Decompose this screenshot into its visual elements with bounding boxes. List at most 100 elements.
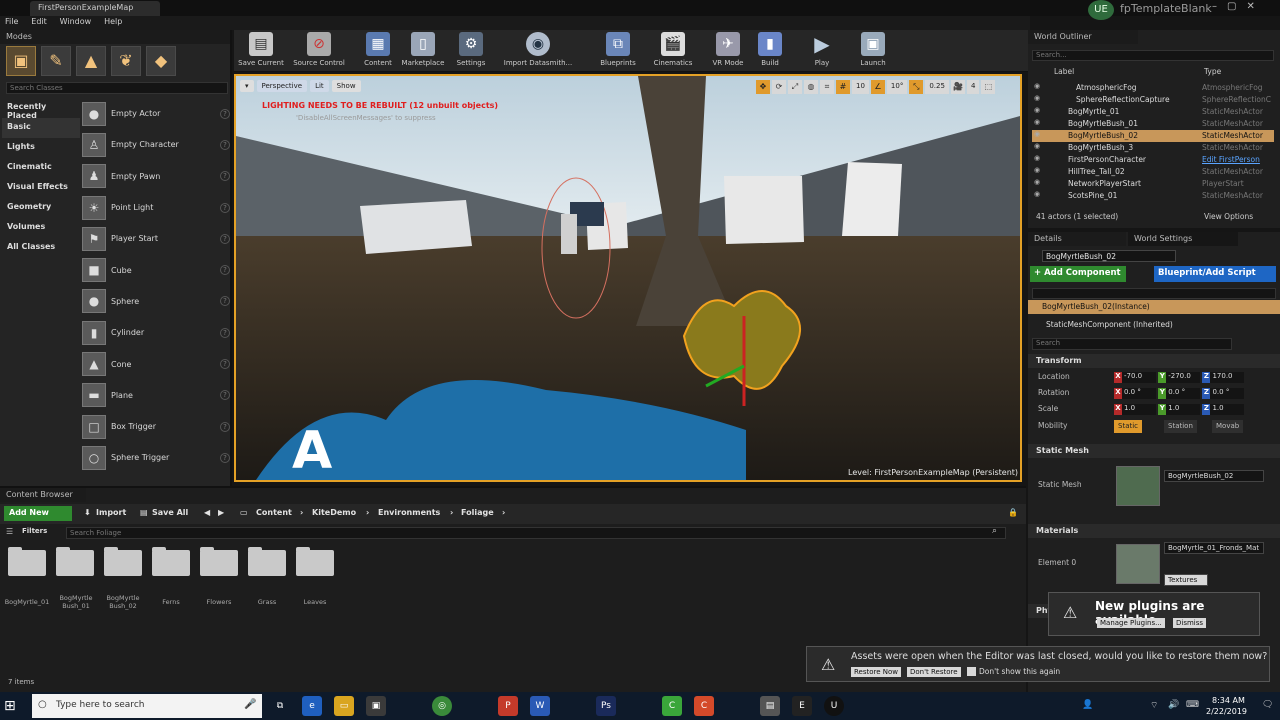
scale-z-field[interactable]: 1.0 [1210, 404, 1245, 415]
search-foliage-input[interactable]: Search Foliage [66, 527, 1006, 539]
details-search-input[interactable]: Search [1032, 338, 1232, 350]
place-item-box-trigger[interactable]: □ Box Trigger? [82, 411, 230, 442]
import-datasmith-button[interactable]: ◉ Import Datasmith... [500, 32, 576, 67]
forward-arrow-icon[interactable]: ▶ [218, 508, 224, 517]
help-icon[interactable]: ? [220, 327, 230, 338]
landscape-mode-icon[interactable]: ▲ [76, 46, 106, 76]
static-mesh-component-row[interactable]: StaticMeshComponent (Inherited) [1028, 318, 1191, 331]
textures-dropdown[interactable]: Textures [1164, 574, 1208, 586]
eye-icon[interactable]: ◉ [1034, 190, 1040, 198]
keyboard-icon[interactable]: ⌨ [1186, 700, 1199, 710]
scale-label[interactable]: Scale [1038, 404, 1058, 413]
task-view-icon[interactable]: ⧉ [270, 696, 290, 716]
outliner-row[interactable]: ◉ AtmosphericFog AtmosphericFog [1032, 82, 1274, 94]
rotation-label[interactable]: Rotation [1038, 388, 1069, 397]
file-explorer-icon[interactable]: ▭ [334, 696, 354, 716]
level-viewport[interactable]: A ▾ Perspective Lit Show LIGHTING NEEDS … [234, 74, 1022, 482]
perspective-button[interactable]: Perspective [256, 80, 308, 92]
save-all-button[interactable]: Save All [152, 508, 188, 517]
help-icon[interactable]: ? [220, 171, 230, 182]
world-settings-tab[interactable]: World Settings [1128, 232, 1238, 246]
details-tab[interactable]: Details [1028, 232, 1126, 246]
outliner-row[interactable]: ◉ ScotsPine_01 StaticMeshActor [1032, 190, 1274, 202]
category-visual-effects[interactable]: Visual Effects [2, 178, 80, 198]
network-icon[interactable]: ⌔ [1150, 700, 1158, 711]
rotation-snap-value[interactable]: 10° [886, 80, 908, 94]
actor-name-field[interactable]: BogMyrtleBush_02 [1042, 250, 1176, 262]
view-options-button[interactable]: View Options [1204, 212, 1253, 221]
transform-section-header[interactable]: Transform [1028, 354, 1280, 368]
breadcrumb-kitedemo[interactable]: KiteDemo [312, 508, 356, 517]
edge-icon[interactable]: e [302, 696, 322, 716]
back-arrow-icon[interactable]: ◀ [204, 508, 210, 517]
category-cinematic[interactable]: Cinematic [2, 158, 80, 178]
eye-icon[interactable]: ◉ [1034, 118, 1040, 126]
help-icon[interactable]: ? [220, 296, 230, 307]
help-icon[interactable]: ? [220, 390, 230, 401]
static-mesh-section-header[interactable]: Static Mesh [1028, 444, 1280, 458]
outliner-row[interactable]: ◉ BogMyrtleBush_01 StaticMeshActor [1032, 118, 1274, 130]
dont-restore-button[interactable]: Don't Restore [907, 667, 961, 677]
category-recently-placed[interactable]: Recently Placed [2, 98, 80, 120]
help-icon[interactable]: ? [220, 108, 230, 119]
sources-toggle-icon[interactable]: ☰ [6, 527, 13, 536]
outliner-row-selected[interactable]: ◉ BogMyrtleBush_02 StaticMeshActor [1032, 130, 1274, 142]
folder-leaves[interactable] [296, 547, 336, 576]
microphone-icon[interactable]: 🎤 [244, 699, 256, 710]
folder-bogmyrtlebush-02[interactable] [104, 547, 144, 576]
place-item-sphere[interactable]: ● Sphere? [82, 286, 230, 317]
cinematics-button[interactable]: 🎬 Cinematics [648, 32, 698, 67]
column-label-header[interactable]: Label [1054, 67, 1074, 76]
camera-speed-value[interactable]: 4 [966, 80, 980, 94]
photoshop-icon[interactable]: Ps [596, 696, 616, 716]
place-item-player-start[interactable]: ⚑ Player Start? [82, 223, 230, 254]
help-icon[interactable]: ? [220, 452, 230, 463]
folder-ferns[interactable] [152, 547, 192, 576]
menu-edit[interactable]: Edit [26, 16, 52, 27]
folder-bogmyrtle-01[interactable] [8, 547, 48, 576]
eye-icon[interactable]: ◉ [1034, 94, 1040, 102]
people-icon[interactable]: 👤 [1082, 700, 1093, 710]
surface-snap-icon[interactable]: ⌗ [820, 80, 834, 94]
location-x-field[interactable]: -70.0 [1122, 372, 1156, 383]
blueprint-add-script-button[interactable]: Blueprint/Add Script [1154, 266, 1276, 282]
restore-now-button[interactable]: Restore Now [851, 667, 902, 677]
place-item-cube[interactable]: ■ Cube? [82, 254, 230, 285]
modes-tab[interactable]: Modes [0, 30, 230, 44]
rotation-x-field[interactable]: 0.0 ° [1122, 388, 1156, 399]
static-mesh-picker[interactable]: BogMyrtleBush_02 [1164, 470, 1264, 482]
geometry-mode-icon[interactable]: ◆ [146, 46, 176, 76]
place-item-empty-pawn[interactable]: ♟ Empty Pawn? [82, 161, 230, 192]
save-current-button[interactable]: ▤ Save Current [236, 32, 286, 67]
help-icon[interactable]: ? [220, 265, 230, 276]
outliner-row[interactable]: ◉ BogMyrtle_01 StaticMeshActor [1032, 106, 1274, 118]
manage-plugins-button[interactable]: Manage Plugins... [1097, 618, 1165, 628]
app-icon[interactable]: ▤ [760, 696, 780, 716]
outliner-row[interactable]: ◉ BogMyrtleBush_3 StaticMeshActor [1032, 142, 1274, 154]
build-button[interactable]: ▮ Build [756, 32, 784, 67]
place-mode-icon[interactable]: ▣ [6, 46, 36, 76]
taskbar-search-box[interactable]: Type here to search [32, 694, 262, 718]
component-instance-row[interactable]: BogMyrtleBush_02(Instance) [1028, 300, 1280, 314]
mobility-static-button[interactable]: Static [1114, 420, 1143, 433]
eye-icon[interactable]: ◉ [1034, 82, 1040, 90]
volume-icon[interactable]: 🔊 [1168, 700, 1179, 710]
place-item-empty-character[interactable]: ♙ Empty Character? [82, 129, 230, 160]
chrome-icon[interactable]: ◎ [432, 696, 452, 716]
marketplace-button[interactable]: ▯ Marketplace [398, 32, 448, 67]
dismiss-button[interactable]: Dismiss [1173, 618, 1207, 628]
eye-icon[interactable]: ◉ [1034, 166, 1040, 174]
clock-time[interactable]: 8:34 AM [1212, 696, 1245, 705]
content-browser-tab[interactable]: Content Browser [0, 488, 86, 502]
category-volumes[interactable]: Volumes [2, 218, 80, 238]
outliner-row[interactable]: ◉ NetworkPlayerStart PlayerStart [1032, 178, 1274, 190]
scale-x-field[interactable]: 1.0 [1122, 404, 1156, 415]
rotate-icon[interactable]: ⟳ [772, 80, 786, 94]
launch-button[interactable]: ▣ Launch [856, 32, 890, 67]
store-icon[interactable]: ▣ [366, 696, 386, 716]
blueprints-button[interactable]: ⧉ Blueprints [596, 32, 640, 67]
outliner-row[interactable]: ◉ SphereReflectionCapture SphereReflection… [1032, 94, 1274, 106]
edit-blueprint-link[interactable]: Edit FirstPerson [1202, 155, 1260, 164]
viewport-menu-button[interactable]: ▾ [240, 80, 254, 92]
add-new-button[interactable]: Add New [4, 506, 72, 521]
